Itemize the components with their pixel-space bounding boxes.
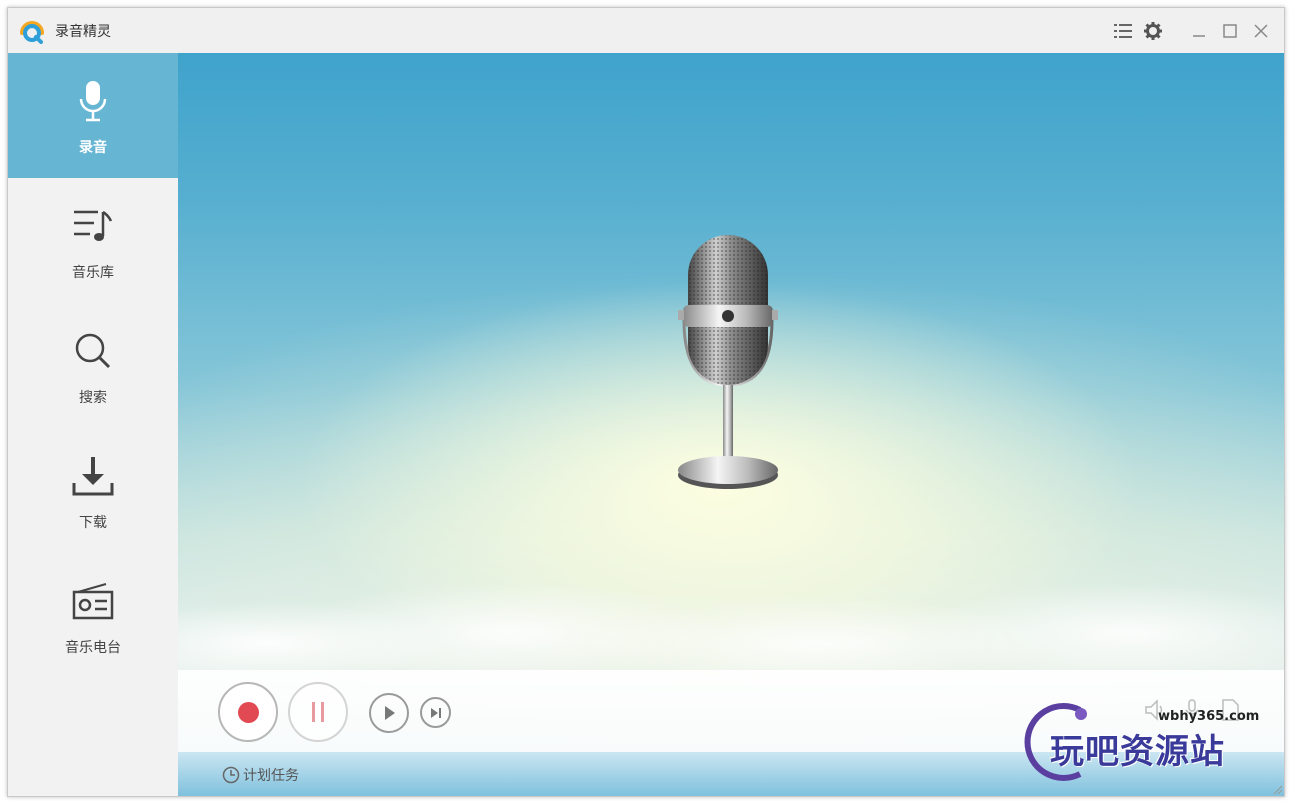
watermark-text: 玩吧资源站 (1050, 732, 1225, 772)
pause-icon (312, 702, 324, 722)
menu-icon (1114, 24, 1132, 38)
sidebar-item-label: 搜索 (79, 390, 107, 406)
maximize-button[interactable] (1219, 20, 1241, 42)
minimize-button[interactable] (1188, 20, 1210, 42)
sidebar-item-label: 音乐电台 (65, 640, 121, 656)
play-icon (385, 706, 395, 720)
search-icon (75, 333, 111, 369)
app-window: 录音精灵 录音 音乐库 搜索 下载 音乐电台 计划任务 (7, 7, 1285, 797)
close-button[interactable] (1250, 20, 1272, 42)
sidebar: 录音 音乐库 搜索 下载 音乐电台 (8, 53, 178, 796)
sidebar-item-download[interactable]: 下载 (8, 428, 178, 553)
gear-icon (1144, 22, 1162, 40)
download-icon (72, 457, 114, 496)
maximize-icon (1223, 24, 1237, 38)
app-title: 录音精灵 (55, 24, 111, 40)
record-panel: 计划任务 (178, 53, 1284, 796)
sidebar-item-record[interactable]: 录音 (8, 53, 178, 178)
play-button[interactable] (369, 693, 409, 733)
next-icon (430, 707, 441, 718)
microphone-illustration (678, 235, 778, 489)
watermark-site: wbhy365.com (1158, 709, 1260, 724)
next-button[interactable] (420, 697, 451, 728)
radio-icon (72, 583, 114, 620)
schedule-task-label: 计划任务 (243, 768, 299, 784)
sidebar-item-radio[interactable]: 音乐电台 (8, 553, 178, 678)
sidebar-item-search[interactable]: 搜索 (8, 303, 178, 428)
schedule-task-link[interactable]: 计划任务 (222, 766, 299, 784)
menu-button[interactable] (1112, 20, 1134, 42)
sidebar-item-label: 音乐库 (72, 265, 114, 281)
record-button[interactable] (218, 682, 278, 742)
app-logo-icon (20, 21, 44, 44)
resize-grip-icon[interactable] (1272, 784, 1282, 794)
record-icon (237, 701, 259, 723)
watermark: wbhy365.com 玩吧资源站 (1018, 700, 1268, 785)
minimize-icon (1193, 35, 1205, 37)
music-list-icon (74, 210, 113, 241)
close-icon (1254, 24, 1268, 38)
microphone-icon (79, 81, 107, 122)
sidebar-item-label: 录音 (79, 140, 107, 156)
sidebar-item-music-library[interactable]: 音乐库 (8, 178, 178, 303)
sidebar-item-label: 下载 (79, 515, 107, 531)
settings-button[interactable] (1142, 20, 1164, 42)
clock-icon (222, 766, 240, 784)
pause-button[interactable] (288, 682, 348, 742)
title-bar: 录音精灵 (8, 8, 1284, 53)
